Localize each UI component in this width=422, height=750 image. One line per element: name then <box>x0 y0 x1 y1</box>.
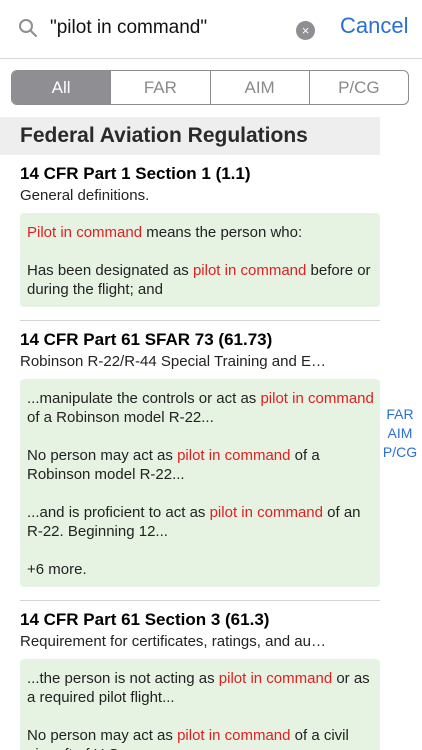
snippet-box: ...manipulate the controls or act as pil… <box>20 379 380 587</box>
index-item-aim[interactable]: AIM <box>382 424 418 443</box>
result-entry[interactable]: 14 CFR Part 61 SFAR 73 (61.73) Robinson … <box>0 321 380 601</box>
result-entry[interactable]: 14 CFR Part 61 Section 3 (61.3) Requirem… <box>0 601 380 750</box>
segment-all[interactable]: All <box>12 71 111 104</box>
snippet: Has been designated as pilot in command … <box>27 262 371 298</box>
search-icon <box>19 19 37 37</box>
entry-title: 14 CFR Part 1 Section 1 (1.1) <box>20 164 251 183</box>
clear-search-icon[interactable]: × <box>296 21 315 40</box>
entry-subtitle: Robinson R-22/R-44 Special Training and … <box>20 353 326 370</box>
snippet: ...and is proficient to act as pilot in … <box>27 504 361 540</box>
entry-subtitle: Requirement for certificates, ratings, a… <box>20 633 326 650</box>
snippet-box: ...the person is not acting as pilot in … <box>20 659 380 750</box>
entry-title: 14 CFR Part 61 SFAR 73 (61.73) <box>20 330 273 349</box>
index-item-far[interactable]: FAR <box>382 405 418 424</box>
entry-subtitle: General definitions. <box>20 187 150 204</box>
snippet: No person may act as pilot in command of… <box>27 727 349 750</box>
cancel-button[interactable]: Cancel <box>340 13 408 39</box>
search-input[interactable]: "pilot in command" <box>50 17 207 39</box>
section-header: Federal Aviation Regulations <box>0 117 380 155</box>
search-bar: "pilot in command" × Cancel <box>0 0 422 59</box>
snippet: No person may act as pilot in command of… <box>27 447 320 483</box>
segment-pcg[interactable]: P/CG <box>308 71 408 104</box>
more-results-label: +6 more. <box>27 561 87 578</box>
snippet: ...the person is not acting as pilot in … <box>27 670 370 706</box>
filter-segmented-control: All FAR AIM P/CG <box>11 70 409 105</box>
results-list[interactable]: Federal Aviation Regulations 14 CFR Part… <box>0 117 380 750</box>
snippet-box: Pilot in command means the person who: H… <box>20 213 380 307</box>
index-item-pcg[interactable]: P/CG <box>382 443 418 462</box>
segment-far[interactable]: FAR <box>110 71 209 104</box>
section-index: FAR AIM P/CG <box>382 405 418 462</box>
entry-title: 14 CFR Part 61 Section 3 (61.3) <box>20 610 270 629</box>
segment-aim[interactable]: AIM <box>209 71 309 104</box>
snippet: ...manipulate the controls or act as pil… <box>27 390 374 426</box>
result-entry[interactable]: 14 CFR Part 1 Section 1 (1.1) General de… <box>0 155 380 321</box>
snippet: Pilot in command means the person who: <box>27 224 303 241</box>
